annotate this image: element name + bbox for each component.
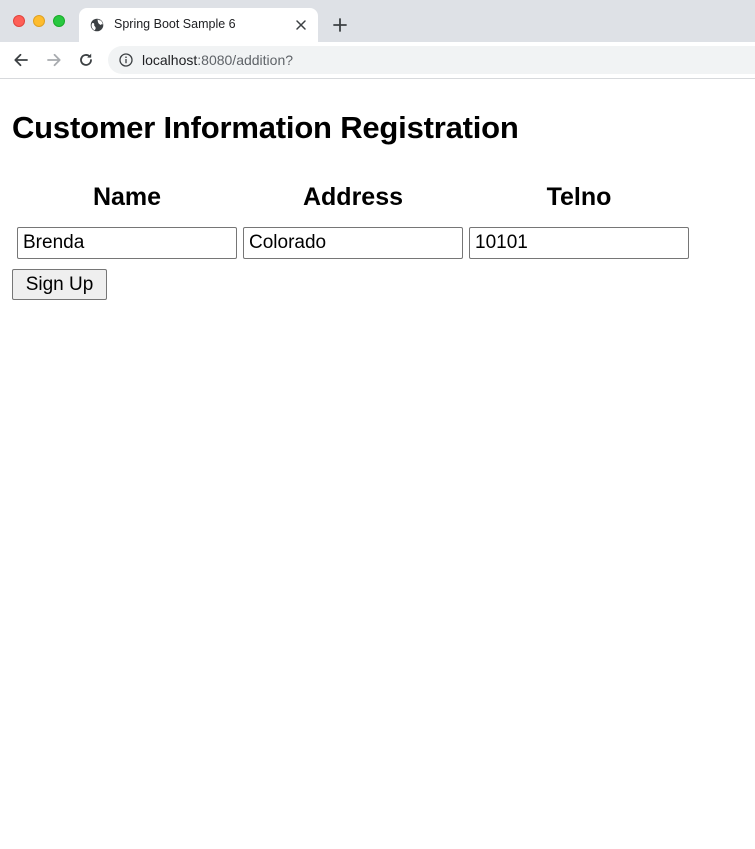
window-close-button[interactable] bbox=[13, 15, 25, 27]
reload-icon[interactable] bbox=[76, 50, 96, 70]
url-host: localhost bbox=[142, 52, 198, 68]
close-icon[interactable] bbox=[293, 17, 309, 33]
tab-title: Spring Boot Sample 6 bbox=[114, 17, 236, 31]
column-header-telno: Telno bbox=[546, 183, 612, 211]
arrow-right-icon[interactable] bbox=[44, 50, 64, 70]
window-maximize-button[interactable] bbox=[53, 15, 65, 27]
page-content: Customer Information Registration Name A… bbox=[0, 79, 755, 849]
plus-icon[interactable] bbox=[331, 16, 349, 34]
tab-bar: Spring Boot Sample 6 bbox=[0, 0, 755, 42]
browser-toolbar: localhost:8080/addition? bbox=[0, 42, 755, 79]
column-header-address: Address bbox=[302, 183, 404, 211]
tab-active[interactable]: Spring Boot Sample 6 bbox=[79, 8, 318, 42]
browser-window: Spring Boot Sample 6 localhost:8080/addi… bbox=[0, 0, 755, 849]
address-field[interactable] bbox=[243, 227, 463, 259]
window-minimize-button[interactable] bbox=[33, 15, 45, 27]
name-field[interactable] bbox=[17, 227, 237, 259]
url-text: localhost:8080/addition? bbox=[142, 52, 293, 68]
page-title: Customer Information Registration bbox=[12, 110, 519, 145]
arrow-left-icon[interactable] bbox=[11, 50, 31, 70]
telno-field[interactable] bbox=[469, 227, 689, 259]
column-header-name: Name bbox=[92, 183, 162, 211]
sign-up-button[interactable]: Sign Up bbox=[12, 269, 107, 300]
globe-icon bbox=[90, 18, 104, 32]
address-bar[interactable]: localhost:8080/addition? bbox=[108, 46, 755, 74]
url-path: :8080/addition? bbox=[197, 52, 294, 68]
info-icon[interactable] bbox=[119, 53, 133, 67]
